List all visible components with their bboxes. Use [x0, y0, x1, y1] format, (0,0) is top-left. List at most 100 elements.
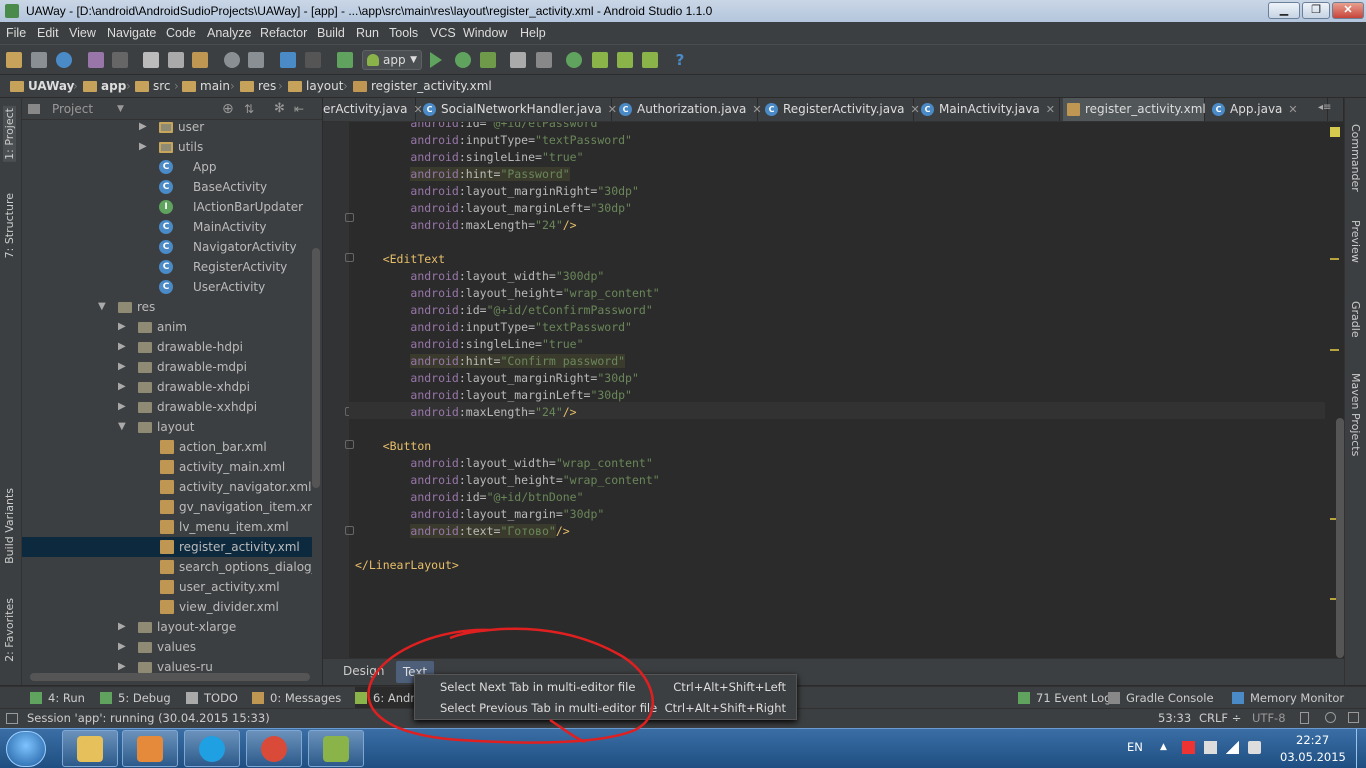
close-button[interactable]: ✕ — [1332, 2, 1364, 19]
battery-icon[interactable] — [1204, 741, 1217, 754]
popup-item-previous-tab[interactable]: Select Previous Tab in multi-editor file… — [415, 698, 796, 719]
tool-window-button[interactable]: TODO — [186, 687, 238, 709]
fold-marker-icon[interactable] — [345, 440, 354, 449]
tool-window-button[interactable]: 6: Andro — [355, 687, 415, 709]
fold-marker-icon[interactable] — [345, 213, 354, 222]
chevron-right-icon[interactable]: ▶ — [118, 337, 128, 357]
tree-item[interactable]: ▶ drawable-mdpi — [22, 357, 312, 377]
taskbar-app-skype[interactable] — [184, 730, 240, 767]
structure-tool-button[interactable]: 7: Structure — [3, 193, 16, 258]
attach-debugger-icon[interactable] — [480, 52, 496, 68]
run-icon[interactable] — [430, 52, 442, 68]
tree-item[interactable]: C◦UserActivity — [22, 277, 312, 297]
redo-icon[interactable] — [112, 52, 128, 68]
tree-item[interactable]: ▶ values — [22, 637, 312, 657]
tree-item[interactable]: user_activity.xml — [22, 577, 312, 597]
build-variants-tool-button[interactable]: Build Variants — [3, 488, 16, 564]
network-icon[interactable] — [1226, 741, 1239, 754]
clock-date[interactable]: 03.05.2015 — [1280, 750, 1346, 764]
menu-refactor[interactable]: Refactor — [260, 22, 307, 44]
tree-item[interactable]: C◦BaseActivity — [22, 177, 312, 197]
popup-item-next-tab[interactable]: Select Next Tab in multi-editor file Ctr… — [415, 677, 796, 698]
preview-tool-button[interactable]: Preview — [1349, 220, 1362, 263]
start-button[interactable] — [6, 731, 46, 767]
editor-tab[interactable]: C SocialNetworkHandler.java ✕ — [419, 98, 617, 121]
tree-item[interactable]: C◦RegisterActivity — [22, 257, 312, 277]
close-tab-icon[interactable]: ✕ — [1046, 103, 1055, 116]
debug-icon[interactable] — [455, 52, 471, 68]
tree-item[interactable]: action_bar.xml — [22, 437, 312, 457]
editor-tab[interactable]: erActivity.java ✕ — [323, 98, 423, 121]
menu-help[interactable]: Help — [520, 22, 546, 44]
chevron-down-icon[interactable]: ▼ — [98, 297, 108, 317]
tree-item[interactable]: register_activity.xml — [22, 537, 312, 557]
cut-icon[interactable] — [143, 52, 159, 68]
menu-file[interactable]: File — [6, 22, 26, 44]
tree-item[interactable]: ▼ layout — [22, 417, 312, 437]
replace-icon[interactable] — [248, 52, 264, 68]
menu-build[interactable]: Build — [317, 22, 345, 44]
chevron-right-icon[interactable]: ▶ — [139, 137, 149, 157]
tray-expand-icon[interactable]: ▲ — [1160, 742, 1167, 752]
menu-view[interactable]: View — [69, 22, 96, 44]
volume-icon[interactable] — [1248, 741, 1261, 754]
run-config-select[interactable]: app ▼ — [362, 50, 422, 70]
menu-analyze[interactable]: Analyze — [207, 22, 251, 44]
warning-mark[interactable] — [1330, 349, 1339, 351]
tree-item[interactable]: ▶ layout-xlarge — [22, 617, 312, 637]
editor-tab[interactable]: C Authorization.java ✕ — [615, 98, 762, 121]
tree-item[interactable]: ▶ user — [22, 117, 312, 137]
menu-tools[interactable]: Tools — [389, 22, 418, 44]
tool-window-button[interactable]: 4: Run — [30, 687, 85, 709]
save-icon[interactable] — [31, 52, 47, 68]
language-indicator[interactable]: EN — [1127, 740, 1143, 754]
taskbar-app-android-studio[interactable] — [308, 730, 364, 767]
breadcrumb-res[interactable]: res — [240, 75, 276, 98]
tool-buttons-toggle-icon[interactable] — [6, 713, 18, 724]
tree-item[interactable]: search_options_dialog_lv — [22, 557, 312, 577]
lock-icon[interactable] — [1300, 712, 1309, 724]
warning-mark[interactable] — [1330, 258, 1339, 260]
tree-item[interactable]: ▶ drawable-hdpi — [22, 337, 312, 357]
editor-tab[interactable]: C App.java ✕ — [1208, 98, 1328, 121]
favorites-tool-button[interactable]: 2: Favorites — [3, 598, 16, 662]
tree-item[interactable]: I◦IActionBarUpdater — [22, 197, 312, 217]
make-project-icon[interactable] — [337, 52, 353, 68]
tree-item[interactable]: view_divider.xml — [22, 597, 312, 617]
fold-marker-icon[interactable] — [345, 253, 354, 262]
caret-position[interactable]: 53:33 — [1158, 709, 1191, 728]
taskbar-app-explorer[interactable] — [62, 730, 118, 767]
tab-list-icon[interactable]: ◂≡ — [1318, 102, 1331, 113]
tree-item[interactable]: lv_menu_item.xml — [22, 517, 312, 537]
avd-manager-icon[interactable] — [592, 52, 608, 68]
undo-icon[interactable] — [88, 52, 104, 68]
tree-item[interactable]: ▶ drawable-xhdpi — [22, 377, 312, 397]
tree-item[interactable]: C◦NavigatorActivity — [22, 237, 312, 257]
menu-navigate[interactable]: Navigate — [107, 22, 156, 44]
find-icon[interactable] — [224, 52, 240, 68]
show-desktop-button[interactable] — [1356, 729, 1366, 768]
breadcrumb-src[interactable]: src — [135, 75, 171, 98]
menu-edit[interactable]: Edit — [37, 22, 59, 44]
editor-tab[interactable]: C MainActivity.java ✕ — [917, 98, 1060, 121]
help-icon[interactable]: ? — [672, 52, 688, 68]
inspector-icon[interactable] — [1325, 712, 1336, 723]
tree-item[interactable]: ▶ anim — [22, 317, 312, 337]
clock-time[interactable]: 22:27 — [1296, 733, 1329, 747]
chevron-right-icon[interactable]: ▶ — [118, 317, 128, 337]
breadcrumb-app[interactable]: app — [83, 75, 126, 98]
project-structure-icon[interactable] — [510, 52, 526, 68]
chevron-right-icon[interactable]: ▶ — [118, 357, 128, 377]
tree-item[interactable]: gv_navigation_item.xml — [22, 497, 312, 517]
chevron-right-icon[interactable]: ▶ — [118, 397, 128, 417]
maximize-button[interactable]: ❐ — [1302, 2, 1330, 19]
minimize-button[interactable]: ▁ — [1268, 2, 1300, 19]
maven-projects-tool-button[interactable]: Maven Projects — [1349, 373, 1362, 456]
project-tool-button[interactable]: 1: Project — [3, 106, 16, 162]
tree-item[interactable]: C◦App — [22, 157, 312, 177]
tool-window-button[interactable]: 5: Debug — [100, 687, 171, 709]
taskbar-app-chrome[interactable] — [246, 730, 302, 767]
tool-window-button[interactable]: 71 Event Log — [1018, 687, 1111, 709]
android-monitor-icon[interactable] — [642, 52, 658, 68]
tree-item[interactable]: ▶ drawable-xxhdpi — [22, 397, 312, 417]
